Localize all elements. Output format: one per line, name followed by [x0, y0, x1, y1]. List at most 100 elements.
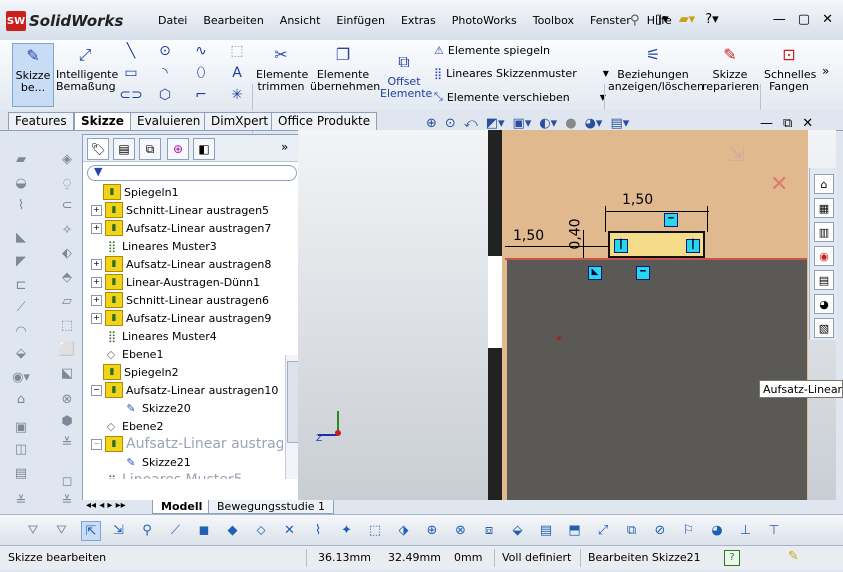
offset-entities-button[interactable]: ⧉ Offset Elemente	[380, 50, 432, 100]
filter-clear-icon[interactable]: ⛛	[53, 521, 71, 539]
relations-button[interactable]: ⚟ Beziehungen anzeigen/löschen	[608, 43, 704, 93]
scene-icon[interactable]: ▤▾	[610, 116, 629, 131]
filter-surface-icon[interactable]: ⬦	[252, 521, 270, 539]
appearances-icon[interactable]: ◕	[814, 294, 834, 314]
menu-ansicht[interactable]: Ansicht	[272, 14, 329, 27]
spline-icon[interactable]: ∿	[192, 42, 210, 60]
tab-bewegungsstudie[interactable]: Bewegungsstudie 1	[208, 500, 335, 514]
tree-item[interactable]: ▮ Spiegeln1	[91, 183, 179, 201]
expand-icon[interactable]: +	[91, 204, 102, 216]
menu-datei[interactable]: Datei	[150, 14, 195, 27]
previous-view-icon[interactable]: ⤺	[464, 116, 478, 131]
select-pointer-icon[interactable]: ⇱	[81, 521, 101, 541]
rectangle-icon[interactable]: ▭	[122, 64, 140, 82]
menu-einfuegen[interactable]: Einfügen	[328, 14, 393, 27]
rib-icon[interactable]: ⊏	[12, 276, 30, 294]
design-library-icon[interactable]: ▦	[814, 198, 834, 218]
tree-item[interactable]: + ▮ Aufsatz-Linear austragen8	[91, 255, 271, 273]
flex-icon[interactable]: ⬘	[58, 268, 76, 286]
fillet-feature-icon[interactable]: ◣	[12, 228, 30, 246]
filter-toggle-icon[interactable]: ⛛	[24, 521, 42, 539]
filter-surface-finish-icon[interactable]: ⚐	[680, 521, 698, 539]
tree-item[interactable]: + ▮ Schnitt-Linear austragen6	[91, 291, 269, 309]
part-cube-icon[interactable]: ◻	[58, 472, 76, 490]
viewport-close-icon[interactable]: ✕	[802, 116, 813, 131]
tree-item[interactable]: ◇ Ebene2	[91, 417, 164, 435]
intersect-icon[interactable]: ▱	[58, 292, 76, 310]
viewport-minimize-icon[interactable]: —	[760, 116, 773, 131]
circle-icon[interactable]: ⊙	[156, 42, 174, 60]
feature-tree-tab-icon[interactable]: 🏷	[87, 138, 109, 160]
plane-tool-icon[interactable]: ▣	[12, 418, 30, 436]
tab-evaluieren[interactable]: Evaluieren	[130, 112, 208, 130]
sweep-icon[interactable]: ⌇	[12, 196, 30, 214]
arc-icon[interactable]: ◝	[156, 64, 174, 82]
expand-icon[interactable]: +	[91, 312, 102, 324]
filter-reference-icon[interactable]: ⊥	[737, 521, 755, 539]
new-document-icon[interactable]: ▯▾	[655, 12, 669, 27]
dimension-left[interactable]: 1,50	[513, 228, 544, 244]
select-other-icon[interactable]: ⇲	[110, 521, 128, 539]
dimension-height[interactable]: 0,40	[568, 218, 584, 249]
view-orientation-icon[interactable]: ▣▾	[513, 116, 532, 131]
tab-features[interactable]: Features	[8, 112, 74, 130]
home-icon[interactable]: ⌂	[814, 174, 834, 194]
tree-item[interactable]: ◇ Ebene1	[91, 345, 164, 363]
tree-item[interactable]: + ▮ Schnitt-Linear austragen5	[91, 201, 269, 219]
tree-item[interactable]: + ▮ Aufsatz-Linear austragen7	[91, 219, 271, 237]
filter-faces-icon[interactable]: ◼	[195, 521, 213, 539]
expand-icon[interactable]: +	[91, 258, 102, 270]
repair-sketch-button[interactable]: ✎ Skizze reparieren	[702, 43, 759, 93]
viewport-restore-icon[interactable]: ⧉	[783, 116, 792, 131]
filter-route-icon[interactable]: ⊤	[765, 521, 783, 539]
filter-cosmetic-thread-icon[interactable]: ◕	[708, 521, 726, 539]
ribbon-overflow-icon[interactable]: »	[822, 64, 829, 78]
quick-snaps-button[interactable]: ⊡ Schnelles Fangen	[764, 43, 816, 93]
rebuild-icon[interactable]: ✎	[788, 549, 799, 564]
view-palette-icon[interactable]: ▤	[814, 270, 834, 290]
display-style-icon[interactable]: ◐▾	[539, 116, 557, 131]
dimension-top[interactable]: 1,50	[622, 192, 653, 208]
combine-icon[interactable]: ⊗	[58, 390, 76, 408]
loft-cut-icon[interactable]: ⟡	[58, 220, 76, 238]
horizontal-relation-icon[interactable]: ━	[636, 266, 650, 280]
tree-item[interactable]: + ▮ Linear-Austragen-Dünn1	[91, 273, 260, 291]
expand-icon[interactable]: +	[91, 294, 102, 306]
extrude-cut-icon[interactable]: ◈	[58, 150, 76, 168]
close-icon[interactable]: ✕	[822, 12, 833, 27]
section-view-icon[interactable]: ◩▾	[486, 116, 505, 131]
zoom-to-fit-icon[interactable]: ⊕	[426, 116, 437, 131]
edit-sketch-button[interactable]: ✎ Skizze be...	[12, 43, 54, 107]
menu-bearbeiten[interactable]: Bearbeiten	[195, 14, 271, 27]
collapse-icon[interactable]: −	[91, 438, 102, 450]
tree-filter-input[interactable]: ▼	[87, 165, 297, 181]
curves-icon[interactable]: ◉▾	[12, 368, 30, 386]
filter-gtol-icon[interactable]: ⬒	[566, 521, 584, 539]
tree-item[interactable]: + ▮ Aufsatz-Linear austragen9	[91, 309, 271, 327]
tab-dimxpert[interactable]: DimXpert	[204, 112, 276, 130]
revolve-cut-icon[interactable]: ⍜	[58, 174, 76, 192]
fillet-icon[interactable]: ⌐	[192, 86, 210, 104]
menu-toolbox[interactable]: Toolbox	[525, 14, 582, 27]
tree-item[interactable]: −▮Aufsatz-Linear austragen11	[91, 435, 283, 453]
filter-planes-icon[interactable]: ⌇	[309, 521, 327, 539]
property-manager-tab-icon[interactable]: ▤	[113, 138, 135, 160]
wrap-icon[interactable]: ⬖	[58, 244, 76, 262]
tree-item[interactable]: ⣿Lineares Muster5	[91, 471, 243, 479]
filter-solid-icon[interactable]: ◆	[224, 521, 242, 539]
shell-icon[interactable]: ⬙	[12, 344, 30, 362]
tree-item[interactable]: ▮ Spiegeln2	[91, 363, 179, 381]
fm-overflow-icon[interactable]: »	[281, 140, 288, 154]
filter-midpoints-icon[interactable]: ⊕	[423, 521, 441, 539]
help-icon[interactable]: ?▾	[705, 12, 718, 27]
appearance-icon[interactable]: ◕▾	[585, 116, 603, 131]
hide-show-icon[interactable]: ●	[565, 116, 576, 131]
dimxpert-tab-icon[interactable]: ⊕	[167, 138, 189, 160]
move-entities-button[interactable]: ⤡ Elemente verschieben ▼	[434, 90, 606, 104]
menu-extras[interactable]: Extras	[393, 14, 444, 27]
search-icon[interactable]: ◉	[814, 246, 834, 266]
hole-icon[interactable]: ⌂	[12, 390, 30, 408]
expand-icon[interactable]: +	[91, 222, 102, 234]
filter-datum-icon[interactable]: ⤢	[594, 521, 612, 539]
configuration-manager-tab-icon[interactable]: ⧉	[139, 138, 161, 160]
